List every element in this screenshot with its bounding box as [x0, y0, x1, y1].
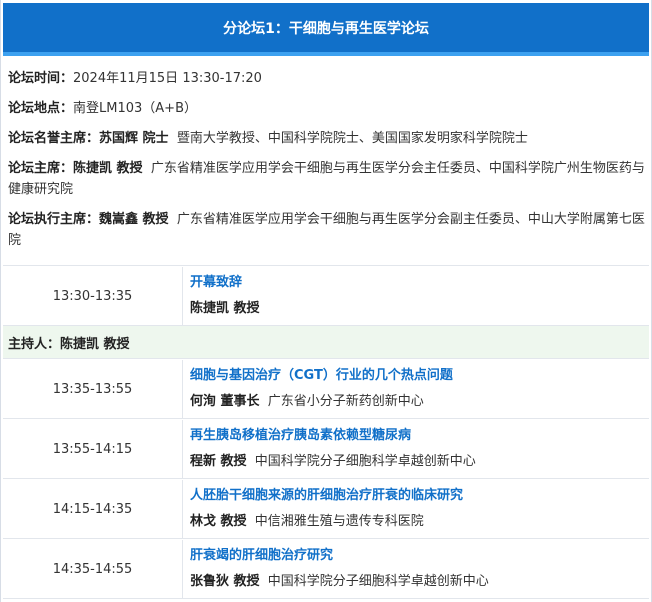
- session-content: 肝衰竭的肝细胞治疗研究 张鲁狄 教授 中国科学院分子细胞科学卓越创新中心: [183, 540, 649, 598]
- forum-header: 分论坛1：干细胞与再生医学论坛: [3, 3, 649, 56]
- forum-time: 论坛时间：2024年11月15日 13:30-17:20: [8, 68, 645, 89]
- forum-venue: 论坛地点：南登LM103（A+B）: [8, 98, 645, 119]
- session-title: 再生胰岛移植治疗胰岛素依赖型糖尿病: [190, 428, 412, 443]
- forum-venue-label: 论坛地点：: [8, 101, 74, 116]
- exec-chair-label: 论坛执行主席：: [8, 212, 100, 227]
- forum-time-value: 2024年11月15日 13:30-17:20: [73, 71, 262, 86]
- forum-title: 分论坛1：干细胞与再生医学论坛: [223, 20, 429, 37]
- agenda-row: 14:35-14:55 肝衰竭的肝细胞治疗研究 张鲁狄 教授 中国科学院分子细胞…: [3, 540, 649, 599]
- session-content: 人胚胎干细胞来源的肝细胞治疗肝衰的临床研究 林戈 教授 中信湘雅生殖与遗传专科医…: [183, 480, 649, 538]
- speaker-name: 何洵 董事长: [190, 394, 260, 409]
- speaker-org: 中信湘雅生殖与遗传专科医院: [254, 514, 424, 529]
- speaker-name: 陈捷凯 教授: [190, 301, 260, 316]
- session-time: 13:30-13:35: [3, 267, 183, 325]
- session-title: 人胚胎干细胞来源的肝细胞治疗肝衰的临床研究: [190, 488, 464, 503]
- session-content: 再生胰岛移植治疗胰岛素依赖型糖尿病 程新 教授 中国科学院分子细胞科学卓越创新中…: [183, 420, 649, 478]
- session-time: 14:35-14:55: [3, 540, 183, 598]
- session-speaker: 林戈 教授 中信湘雅生殖与遗传专科医院: [190, 512, 649, 532]
- speaker-org: 中国科学院分子细胞科学卓越创新中心: [267, 574, 489, 589]
- session-speaker: 何洵 董事长 广东省小分子新药创新中心: [190, 392, 649, 412]
- session-time: 13:35-13:55: [3, 360, 183, 418]
- speaker-name: 张鲁狄 教授: [190, 574, 260, 589]
- speaker-org: 广东省小分子新药创新中心: [267, 394, 424, 409]
- forum-info: 论坛时间：2024年11月15日 13:30-17:20 论坛地点：南登LM10…: [3, 60, 649, 266]
- agenda-row: 14:15-14:35 人胚胎干细胞来源的肝细胞治疗肝衰的临床研究 林戈 教授 …: [3, 480, 649, 539]
- session-content: 开幕致辞 陈捷凯 教授: [183, 267, 649, 325]
- session-content: 细胞与基因治疗（CGT）行业的几个热点问题 何洵 董事长 广东省小分子新药创新中…: [183, 360, 649, 418]
- speaker-org: 中国科学院分子细胞科学卓越创新中心: [254, 454, 476, 469]
- chair-label: 论坛主席：: [8, 161, 74, 176]
- forum-venue-value: 南登LM103（A+B）: [73, 101, 197, 116]
- moderator-bar: 主持人：陈捷凯 教授: [3, 326, 649, 359]
- forum-chair: 论坛主席：陈捷凯 教授 广东省精准医学应用学会干细胞与再生医学分会主任委员、中国…: [8, 158, 645, 200]
- forum-honorary-chair: 论坛名誉主席：苏国辉 院士 暨南大学教授、中国科学院院士、美国国家发明家科学院院…: [8, 128, 645, 149]
- session-speaker: 程新 教授 中国科学院分子细胞科学卓越创新中心: [190, 452, 649, 472]
- agenda-row-opening: 13:30-13:35 开幕致辞 陈捷凯 教授: [3, 267, 649, 326]
- honorary-chair-name: 苏国辉 院士: [99, 131, 169, 146]
- session-time: 13:55-14:15: [3, 420, 183, 478]
- agenda-row: 13:55-14:15 再生胰岛移植治疗胰岛素依赖型糖尿病 程新 教授 中国科学…: [3, 420, 649, 479]
- agenda-row: 13:35-13:55 细胞与基因治疗（CGT）行业的几个热点问题 何洵 董事长…: [3, 360, 649, 419]
- forum-time-label: 论坛时间：: [8, 71, 74, 86]
- speaker-name: 林戈 教授: [190, 514, 247, 529]
- honorary-chair-desc: 暨南大学教授、中国科学院院士、美国国家发明家科学院院士: [176, 131, 528, 146]
- session-speaker: 张鲁狄 教授 中国科学院分子细胞科学卓越创新中心: [190, 572, 649, 592]
- session-speaker: 陈捷凯 教授: [190, 299, 649, 319]
- chair-name: 陈捷凯 教授: [73, 161, 143, 176]
- speaker-name: 程新 教授: [190, 454, 247, 469]
- exec-chair-name: 魏嵩鑫 教授: [99, 212, 169, 227]
- moderator-text: 主持人：陈捷凯 教授: [8, 336, 130, 352]
- forum-exec-chair: 论坛执行主席：魏嵩鑫 教授 广东省精准医学应用学会干细胞与再生医学分会副主任委员…: [8, 209, 645, 251]
- session-title: 肝衰竭的肝细胞治疗研究: [190, 548, 334, 563]
- honorary-chair-label: 论坛名誉主席：: [8, 131, 100, 146]
- session-title: 开幕致辞: [190, 275, 243, 290]
- session-title: 细胞与基因治疗（CGT）行业的几个热点问题: [190, 368, 453, 383]
- session-time: 14:15-14:35: [3, 480, 183, 538]
